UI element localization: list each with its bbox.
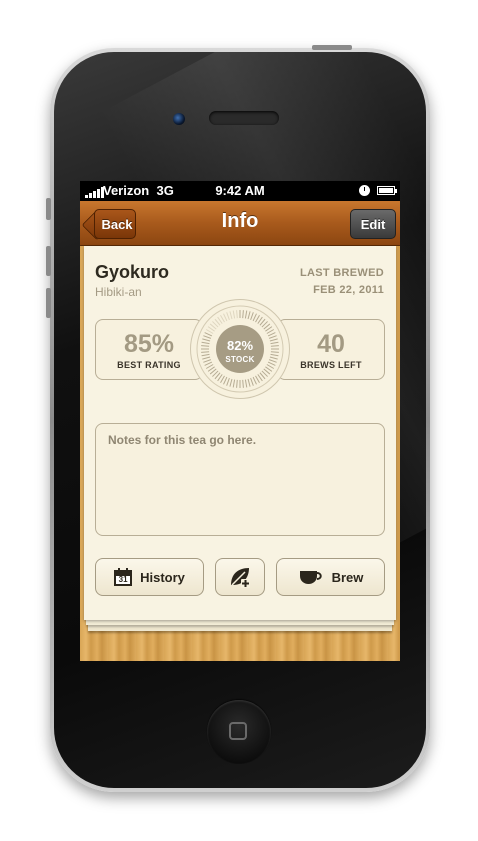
last-brewed-label: LAST BREWED [300,267,384,279]
gauge-tick [242,310,244,319]
best-rating-value: 85% [123,330,175,358]
gauge-tick [232,379,236,388]
gauge-tick [223,376,228,385]
gauge-tick [205,329,214,334]
gauge-tick [267,332,276,337]
gauge-tick [247,311,251,320]
stock-gauge[interactable]: 82% STOCK [190,299,290,399]
gauge-tick [202,338,211,342]
gauge-tick [255,314,260,323]
gauge-tick [270,345,279,347]
volume-up-button [46,246,51,276]
gauge-tick [247,378,251,387]
home-button[interactable] [207,700,271,764]
teacup-icon [299,571,322,584]
gauge-tick [220,375,225,384]
calendar-icon: 31 [114,568,133,586]
gauge-tick [232,310,236,319]
info-card: Gyokuro Hibiki-an LAST BREWED FEB 22, 20… [84,246,396,620]
history-label: History [140,569,185,585]
tea-vendor: Hibiki-an [95,285,142,299]
gauge-tick [269,338,278,342]
stock-value: 82% [226,338,254,353]
gauge-tick [229,311,233,320]
gauge-tick [250,312,254,321]
gauge-tick [269,356,278,360]
stock-gauge-center: 82% STOCK [216,325,264,373]
gauge-tick [270,353,279,357]
gauge-tick [270,351,279,353]
navigation-bar: Back Info Edit [80,201,400,246]
calendar-day: 31 [114,574,133,586]
gauge-tick [266,329,275,334]
gauge-tick [201,345,210,347]
gauge-tick [268,335,277,339]
best-rating-label: BEST RATING [117,360,181,370]
tea-name: Gyokuro [95,262,170,282]
gauge-tick [226,312,230,321]
gauge-tick [201,353,210,357]
brew-button[interactable]: Brew [276,558,385,596]
gauge-tick [252,313,257,322]
brews-left-label: BREWS LEFT [300,360,362,370]
mute-switch [46,198,51,220]
gauge-tick [250,377,254,386]
front-camera [173,113,185,125]
status-bar: Verizon 3G 9:42 AM [80,181,400,201]
volume-down-button [46,288,51,318]
gauge-tick [226,377,230,386]
gauge-tick [223,313,228,322]
gauge-tick [236,310,238,319]
stock-label: STOCK [225,355,255,364]
home-square-icon [229,722,247,740]
gauge-tick [203,359,212,363]
gauge-tick [268,359,277,363]
app-screen: Verizon 3G 9:42 AM Back Info Edit Gyokur… [80,181,400,661]
gauge-tick [242,379,244,388]
earpiece-speaker [209,111,279,125]
gauge-tick [244,310,248,319]
gauge-tick [201,351,210,353]
status-time: 9:42 AM [215,183,265,198]
gauge-tick [203,335,212,339]
brews-left-box: 40 BREWS LEFT [277,319,385,380]
alarm-clock-icon [359,185,370,196]
gauge-tick [220,314,225,323]
gauge-tick [252,376,257,385]
gauge-tick [244,379,248,388]
gauge-tick [270,341,279,345]
gauge-tick [266,364,275,369]
gauge-tick [204,332,213,337]
leaf-plus-icon [231,568,250,588]
history-button[interactable]: 31 History [95,558,204,596]
sleep-button [312,45,352,50]
edit-button[interactable]: Edit [350,209,396,239]
notes-field[interactable]: Notes for this tea go here. [95,423,385,536]
best-rating-box: 85% BEST RATING [95,319,203,380]
gauge-tick [202,356,211,360]
gauge-tick [267,361,276,366]
add-tasting-note-button[interactable] [215,558,265,596]
last-brewed-date: FEB 22, 2011 [313,284,384,296]
gauge-tick [236,379,238,388]
gauge-tick [204,361,213,366]
brew-label: Brew [331,569,364,585]
gauge-tick [229,378,233,387]
brews-left-value: 40 [317,330,345,358]
gauge-tick [205,364,214,369]
gauge-tick [255,375,260,384]
battery-icon [377,186,397,195]
gauge-tick [201,341,210,345]
